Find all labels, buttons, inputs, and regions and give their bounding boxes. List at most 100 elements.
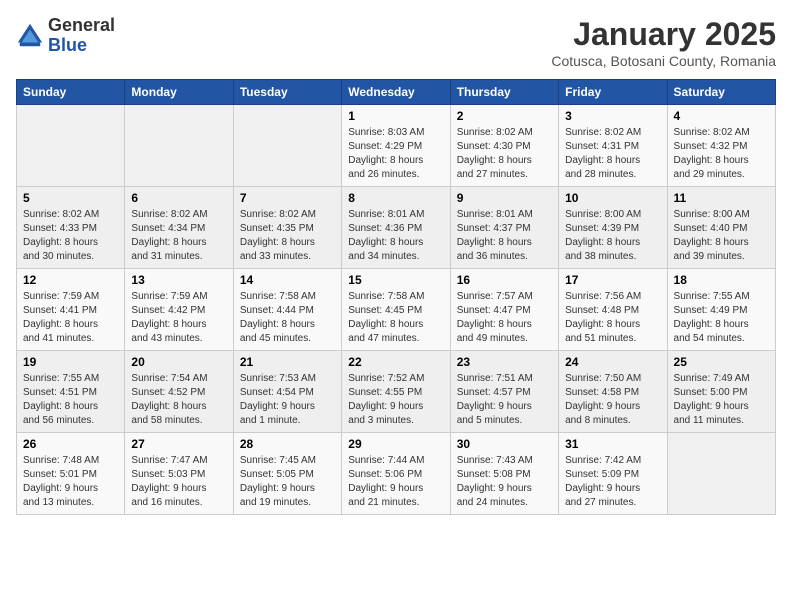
weekday-thursday: Thursday [450,80,558,105]
day-number: 15 [348,273,443,287]
day-number: 13 [131,273,226,287]
calendar-cell: 28 Sunrise: 7:45 AM Sunset: 5:05 PM Dayli… [233,433,341,515]
weekday-friday: Friday [559,80,667,105]
calendar-cell: 26 Sunrise: 7:48 AM Sunset: 5:01 PM Dayli… [17,433,125,515]
calendar-cell: 11 Sunrise: 8:00 AM Sunset: 4:40 PM Dayli… [667,187,775,269]
day-number: 24 [565,355,660,369]
day-number: 4 [674,109,769,123]
day-number: 20 [131,355,226,369]
calendar-cell: 2 Sunrise: 8:02 AM Sunset: 4:30 PM Daylig… [450,105,558,187]
weekday-saturday: Saturday [667,80,775,105]
calendar-cell: 18 Sunrise: 7:55 AM Sunset: 4:49 PM Dayli… [667,269,775,351]
calendar-table: SundayMondayTuesdayWednesdayThursdayFrid… [16,79,776,515]
calendar-cell: 20 Sunrise: 7:54 AM Sunset: 4:52 PM Dayli… [125,351,233,433]
day-info: Sunrise: 8:02 AM Sunset: 4:33 PM Dayligh… [23,208,118,264]
day-info: Sunrise: 7:42 AM Sunset: 5:09 PM Dayligh… [565,454,660,510]
weekday-monday: Monday [125,80,233,105]
calendar-cell: 16Sunrise: 7:57 AM Sunset: 4:47 PM Dayli… [450,269,558,351]
day-number: 6 [131,191,226,205]
day-info: Sunrise: 7:53 AM Sunset: 4:54 PM Dayligh… [240,372,335,428]
day-info: Sunrise: 7:55 AM Sunset: 4:51 PM Dayligh… [23,372,118,428]
day-info: Sunrise: 7:51 AM Sunset: 4:57 PM Dayligh… [457,372,552,428]
calendar-cell [125,105,233,187]
calendar-cell: 21 Sunrise: 7:53 AM Sunset: 4:54 PM Dayli… [233,351,341,433]
day-info: Sunrise: 7:47 AM Sunset: 5:03 PM Dayligh… [131,454,226,510]
calendar-body: 1Sunrise: 8:03 AM Sunset: 4:29 PM Daylig… [17,105,776,515]
calendar-week-4: 19Sunrise: 7:55 AM Sunset: 4:51 PM Dayli… [17,351,776,433]
day-info: Sunrise: 8:02 AM Sunset: 4:35 PM Dayligh… [240,208,335,264]
calendar-cell: 25 Sunrise: 7:49 AM Sunset: 5:00 PM Dayli… [667,351,775,433]
calendar-cell: 14Sunrise: 7:58 AM Sunset: 4:44 PM Dayli… [233,269,341,351]
calendar-week-3: 12Sunrise: 7:59 AM Sunset: 4:41 PM Dayli… [17,269,776,351]
calendar-week-2: 5 Sunrise: 8:02 AM Sunset: 4:33 PM Daylig… [17,187,776,269]
day-info: Sunrise: 7:45 AM Sunset: 5:05 PM Dayligh… [240,454,335,510]
calendar-cell [233,105,341,187]
day-info: Sunrise: 7:59 AM Sunset: 4:42 PM Dayligh… [131,290,226,346]
calendar-cell: 3 Sunrise: 8:02 AM Sunset: 4:31 PM Daylig… [559,105,667,187]
calendar-cell: 7Sunrise: 8:02 AM Sunset: 4:35 PM Daylig… [233,187,341,269]
day-info: Sunrise: 8:02 AM Sunset: 4:30 PM Dayligh… [457,126,552,182]
weekday-sunday: Sunday [17,80,125,105]
logo-text-blue: Blue [48,35,87,55]
calendar-cell: 23 Sunrise: 7:51 AM Sunset: 4:57 PM Dayli… [450,351,558,433]
day-info: Sunrise: 7:59 AM Sunset: 4:41 PM Dayligh… [23,290,118,346]
calendar-cell: 17Sunrise: 7:56 AM Sunset: 4:48 PM Dayli… [559,269,667,351]
calendar-cell: 13 Sunrise: 7:59 AM Sunset: 4:42 PM Dayli… [125,269,233,351]
day-number: 3 [565,109,660,123]
day-number: 5 [23,191,118,205]
calendar-week-1: 1Sunrise: 8:03 AM Sunset: 4:29 PM Daylig… [17,105,776,187]
day-number: 21 [240,355,335,369]
day-number: 14 [240,273,335,287]
day-info: Sunrise: 7:54 AM Sunset: 4:52 PM Dayligh… [131,372,226,428]
calendar-week-5: 26 Sunrise: 7:48 AM Sunset: 5:01 PM Dayli… [17,433,776,515]
day-number: 10 [565,191,660,205]
calendar-cell: 22 Sunrise: 7:52 AM Sunset: 4:55 PM Dayli… [342,351,450,433]
day-info: Sunrise: 8:01 AM Sunset: 4:37 PM Dayligh… [457,208,552,264]
day-info: Sunrise: 8:01 AM Sunset: 4:36 PM Dayligh… [348,208,443,264]
day-info: Sunrise: 7:55 AM Sunset: 4:49 PM Dayligh… [674,290,769,346]
calendar-cell: 15 Sunrise: 7:58 AM Sunset: 4:45 PM Dayli… [342,269,450,351]
day-info: Sunrise: 7:49 AM Sunset: 5:00 PM Dayligh… [674,372,769,428]
calendar-cell: 31Sunrise: 7:42 AM Sunset: 5:09 PM Dayli… [559,433,667,515]
logo-text-general: General [48,15,115,35]
day-number: 27 [131,437,226,451]
day-info: Sunrise: 7:43 AM Sunset: 5:08 PM Dayligh… [457,454,552,510]
day-number: 28 [240,437,335,451]
logo: General Blue [16,16,115,56]
day-number: 22 [348,355,443,369]
day-number: 26 [23,437,118,451]
day-info: Sunrise: 7:48 AM Sunset: 5:01 PM Dayligh… [23,454,118,510]
calendar-cell: 10 Sunrise: 8:00 AM Sunset: 4:39 PM Dayli… [559,187,667,269]
day-number: 23 [457,355,552,369]
calendar-cell: 27 Sunrise: 7:47 AM Sunset: 5:03 PM Dayli… [125,433,233,515]
day-number: 2 [457,109,552,123]
day-info: Sunrise: 7:50 AM Sunset: 4:58 PM Dayligh… [565,372,660,428]
day-info: Sunrise: 8:00 AM Sunset: 4:39 PM Dayligh… [565,208,660,264]
calendar-cell [667,433,775,515]
day-info: Sunrise: 7:44 AM Sunset: 5:06 PM Dayligh… [348,454,443,510]
day-number: 8 [348,191,443,205]
calendar-subtitle: Cotusca, Botosani County, Romania [551,53,776,69]
calendar-cell [17,105,125,187]
day-number: 25 [674,355,769,369]
calendar-cell: 5 Sunrise: 8:02 AM Sunset: 4:33 PM Daylig… [17,187,125,269]
calendar-cell: 9 Sunrise: 8:01 AM Sunset: 4:37 PM Daylig… [450,187,558,269]
day-info: Sunrise: 8:02 AM Sunset: 4:31 PM Dayligh… [565,126,660,182]
day-info: Sunrise: 7:52 AM Sunset: 4:55 PM Dayligh… [348,372,443,428]
day-info: Sunrise: 8:00 AM Sunset: 4:40 PM Dayligh… [674,208,769,264]
weekday-wednesday: Wednesday [342,80,450,105]
calendar-cell: 6Sunrise: 8:02 AM Sunset: 4:34 PM Daylig… [125,187,233,269]
day-info: Sunrise: 7:58 AM Sunset: 4:45 PM Dayligh… [348,290,443,346]
weekday-tuesday: Tuesday [233,80,341,105]
day-info: Sunrise: 8:02 AM Sunset: 4:32 PM Dayligh… [674,126,769,182]
day-info: Sunrise: 8:03 AM Sunset: 4:29 PM Dayligh… [348,126,443,182]
day-number: 16 [457,273,552,287]
day-number: 11 [674,191,769,205]
calendar-cell: 1Sunrise: 8:03 AM Sunset: 4:29 PM Daylig… [342,105,450,187]
calendar-cell: 24 Sunrise: 7:50 AM Sunset: 4:58 PM Dayli… [559,351,667,433]
day-number: 9 [457,191,552,205]
day-number: 18 [674,273,769,287]
day-number: 30 [457,437,552,451]
calendar-cell: 29Sunrise: 7:44 AM Sunset: 5:06 PM Dayli… [342,433,450,515]
day-info: Sunrise: 7:56 AM Sunset: 4:48 PM Dayligh… [565,290,660,346]
